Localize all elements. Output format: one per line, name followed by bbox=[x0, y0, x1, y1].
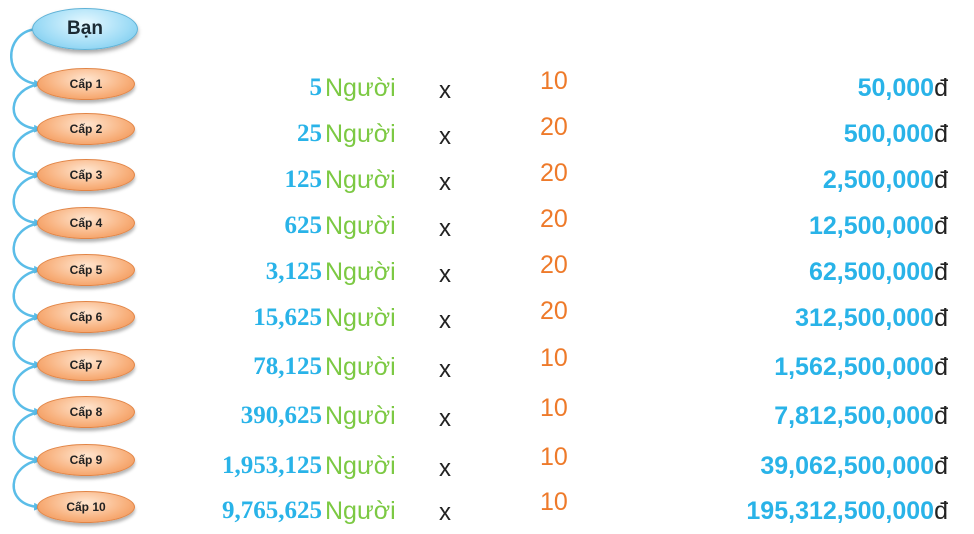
total-8: 7,812,500,000đ bbox=[774, 402, 948, 431]
total-value-2: 500,000 bbox=[843, 120, 935, 148]
people-unit-5: Người bbox=[325, 258, 396, 286]
people-count-10: 9,765,625 bbox=[222, 497, 322, 524]
currency-9: đ bbox=[934, 452, 948, 480]
people-count-6: 15,625 bbox=[253, 304, 322, 331]
total-3: 2,500,000đ bbox=[823, 166, 948, 195]
people-unit-7: Người bbox=[325, 353, 396, 381]
total-value-3: 2,500,000 bbox=[822, 166, 935, 194]
multiply-sign-6: x bbox=[439, 307, 451, 334]
currency-10: đ bbox=[934, 497, 948, 525]
people-unit-3: Người bbox=[325, 166, 396, 194]
currency-5: đ bbox=[934, 258, 948, 286]
amount-7: 10 bbox=[540, 344, 568, 372]
people-count-7: 78,125 bbox=[253, 353, 322, 380]
curved-arrow-icon bbox=[12, 82, 42, 133]
multiply-sign-9: x bbox=[439, 455, 451, 482]
amount-8: 10 bbox=[540, 394, 568, 422]
amount-10: 10 bbox=[540, 488, 568, 516]
multiply-sign-8: x bbox=[439, 405, 451, 432]
amount-4: 20 bbox=[540, 205, 568, 233]
people-unit-2: Người bbox=[325, 120, 396, 148]
currency-6: đ bbox=[934, 304, 948, 332]
currency-8: đ bbox=[934, 402, 948, 430]
total-10: 195,312,500,000đ bbox=[746, 497, 948, 526]
currency-3: đ bbox=[934, 166, 948, 194]
currency-7: đ bbox=[934, 353, 948, 381]
curved-arrow-icon bbox=[10, 27, 42, 88]
curved-arrow-icon bbox=[12, 221, 42, 274]
total-9: 39,062,500,000đ bbox=[760, 452, 948, 481]
multiply-sign-1: x bbox=[439, 77, 451, 104]
people-unit-9: Người bbox=[325, 452, 396, 480]
curved-arrow-icon bbox=[12, 173, 42, 227]
total-7: 1,562,500,000đ bbox=[774, 353, 948, 382]
curved-arrow-icon bbox=[12, 268, 42, 321]
total-value-9: 39,062,500,000 bbox=[760, 452, 935, 480]
total-value-10: 195,312,500,000 bbox=[746, 497, 935, 525]
curved-arrow-icon bbox=[12, 410, 42, 464]
amount-3: 20 bbox=[540, 159, 568, 187]
people-count-3: 125 bbox=[284, 166, 323, 193]
multiply-sign-3: x bbox=[439, 169, 451, 196]
multiply-sign-5: x bbox=[439, 261, 451, 288]
curved-arrow-icon bbox=[12, 127, 42, 179]
people-unit-4: Người bbox=[325, 212, 396, 240]
curved-arrow-icon bbox=[12, 458, 42, 511]
total-value-5: 62,500,000 bbox=[808, 258, 935, 286]
multiply-sign-4: x bbox=[439, 215, 451, 242]
amount-5: 20 bbox=[540, 251, 568, 279]
total-5: 62,500,000đ bbox=[809, 258, 948, 287]
multiply-sign-2: x bbox=[439, 123, 451, 150]
multiply-sign-7: x bbox=[439, 356, 451, 383]
curved-arrow-icon bbox=[12, 315, 42, 369]
total-value-4: 12,500,000 bbox=[808, 212, 935, 240]
total-value-8: 7,812,500,000 bbox=[774, 402, 935, 430]
currency-2: đ bbox=[934, 120, 948, 148]
people-count-2: 25 bbox=[297, 120, 322, 147]
people-count-1: 5 bbox=[309, 74, 323, 101]
total-1: 50,000đ bbox=[858, 74, 948, 103]
curved-arrow-icon bbox=[12, 363, 42, 416]
multiply-sign-10: x bbox=[439, 499, 451, 526]
people-count-9: 1,953,125 bbox=[222, 452, 322, 479]
amount-6: 20 bbox=[540, 297, 568, 325]
total-4: 12,500,000đ bbox=[809, 212, 948, 241]
people-count-4: 625 bbox=[284, 212, 323, 239]
amount-1: 10 bbox=[540, 67, 568, 95]
total-value-1: 50,000 bbox=[857, 74, 935, 102]
root-node-you: Bạn bbox=[32, 8, 138, 50]
total-value-6: 312,500,000 bbox=[795, 304, 935, 332]
currency-1: đ bbox=[934, 74, 948, 102]
total-2: 500,000đ bbox=[844, 120, 948, 149]
people-count-5: 3,125 bbox=[265, 258, 322, 285]
total-value-7: 1,562,500,000 bbox=[774, 353, 935, 381]
amount-2: 20 bbox=[540, 113, 568, 141]
people-unit-6: Người bbox=[325, 304, 396, 332]
currency-4: đ bbox=[934, 212, 948, 240]
amount-9: 10 bbox=[540, 443, 568, 471]
people-count-8: 390,625 bbox=[240, 402, 322, 429]
people-unit-8: Người bbox=[325, 402, 396, 430]
total-6: 312,500,000đ bbox=[795, 304, 948, 333]
people-unit-1: Người bbox=[325, 74, 396, 102]
people-unit-10: Người bbox=[325, 497, 396, 525]
